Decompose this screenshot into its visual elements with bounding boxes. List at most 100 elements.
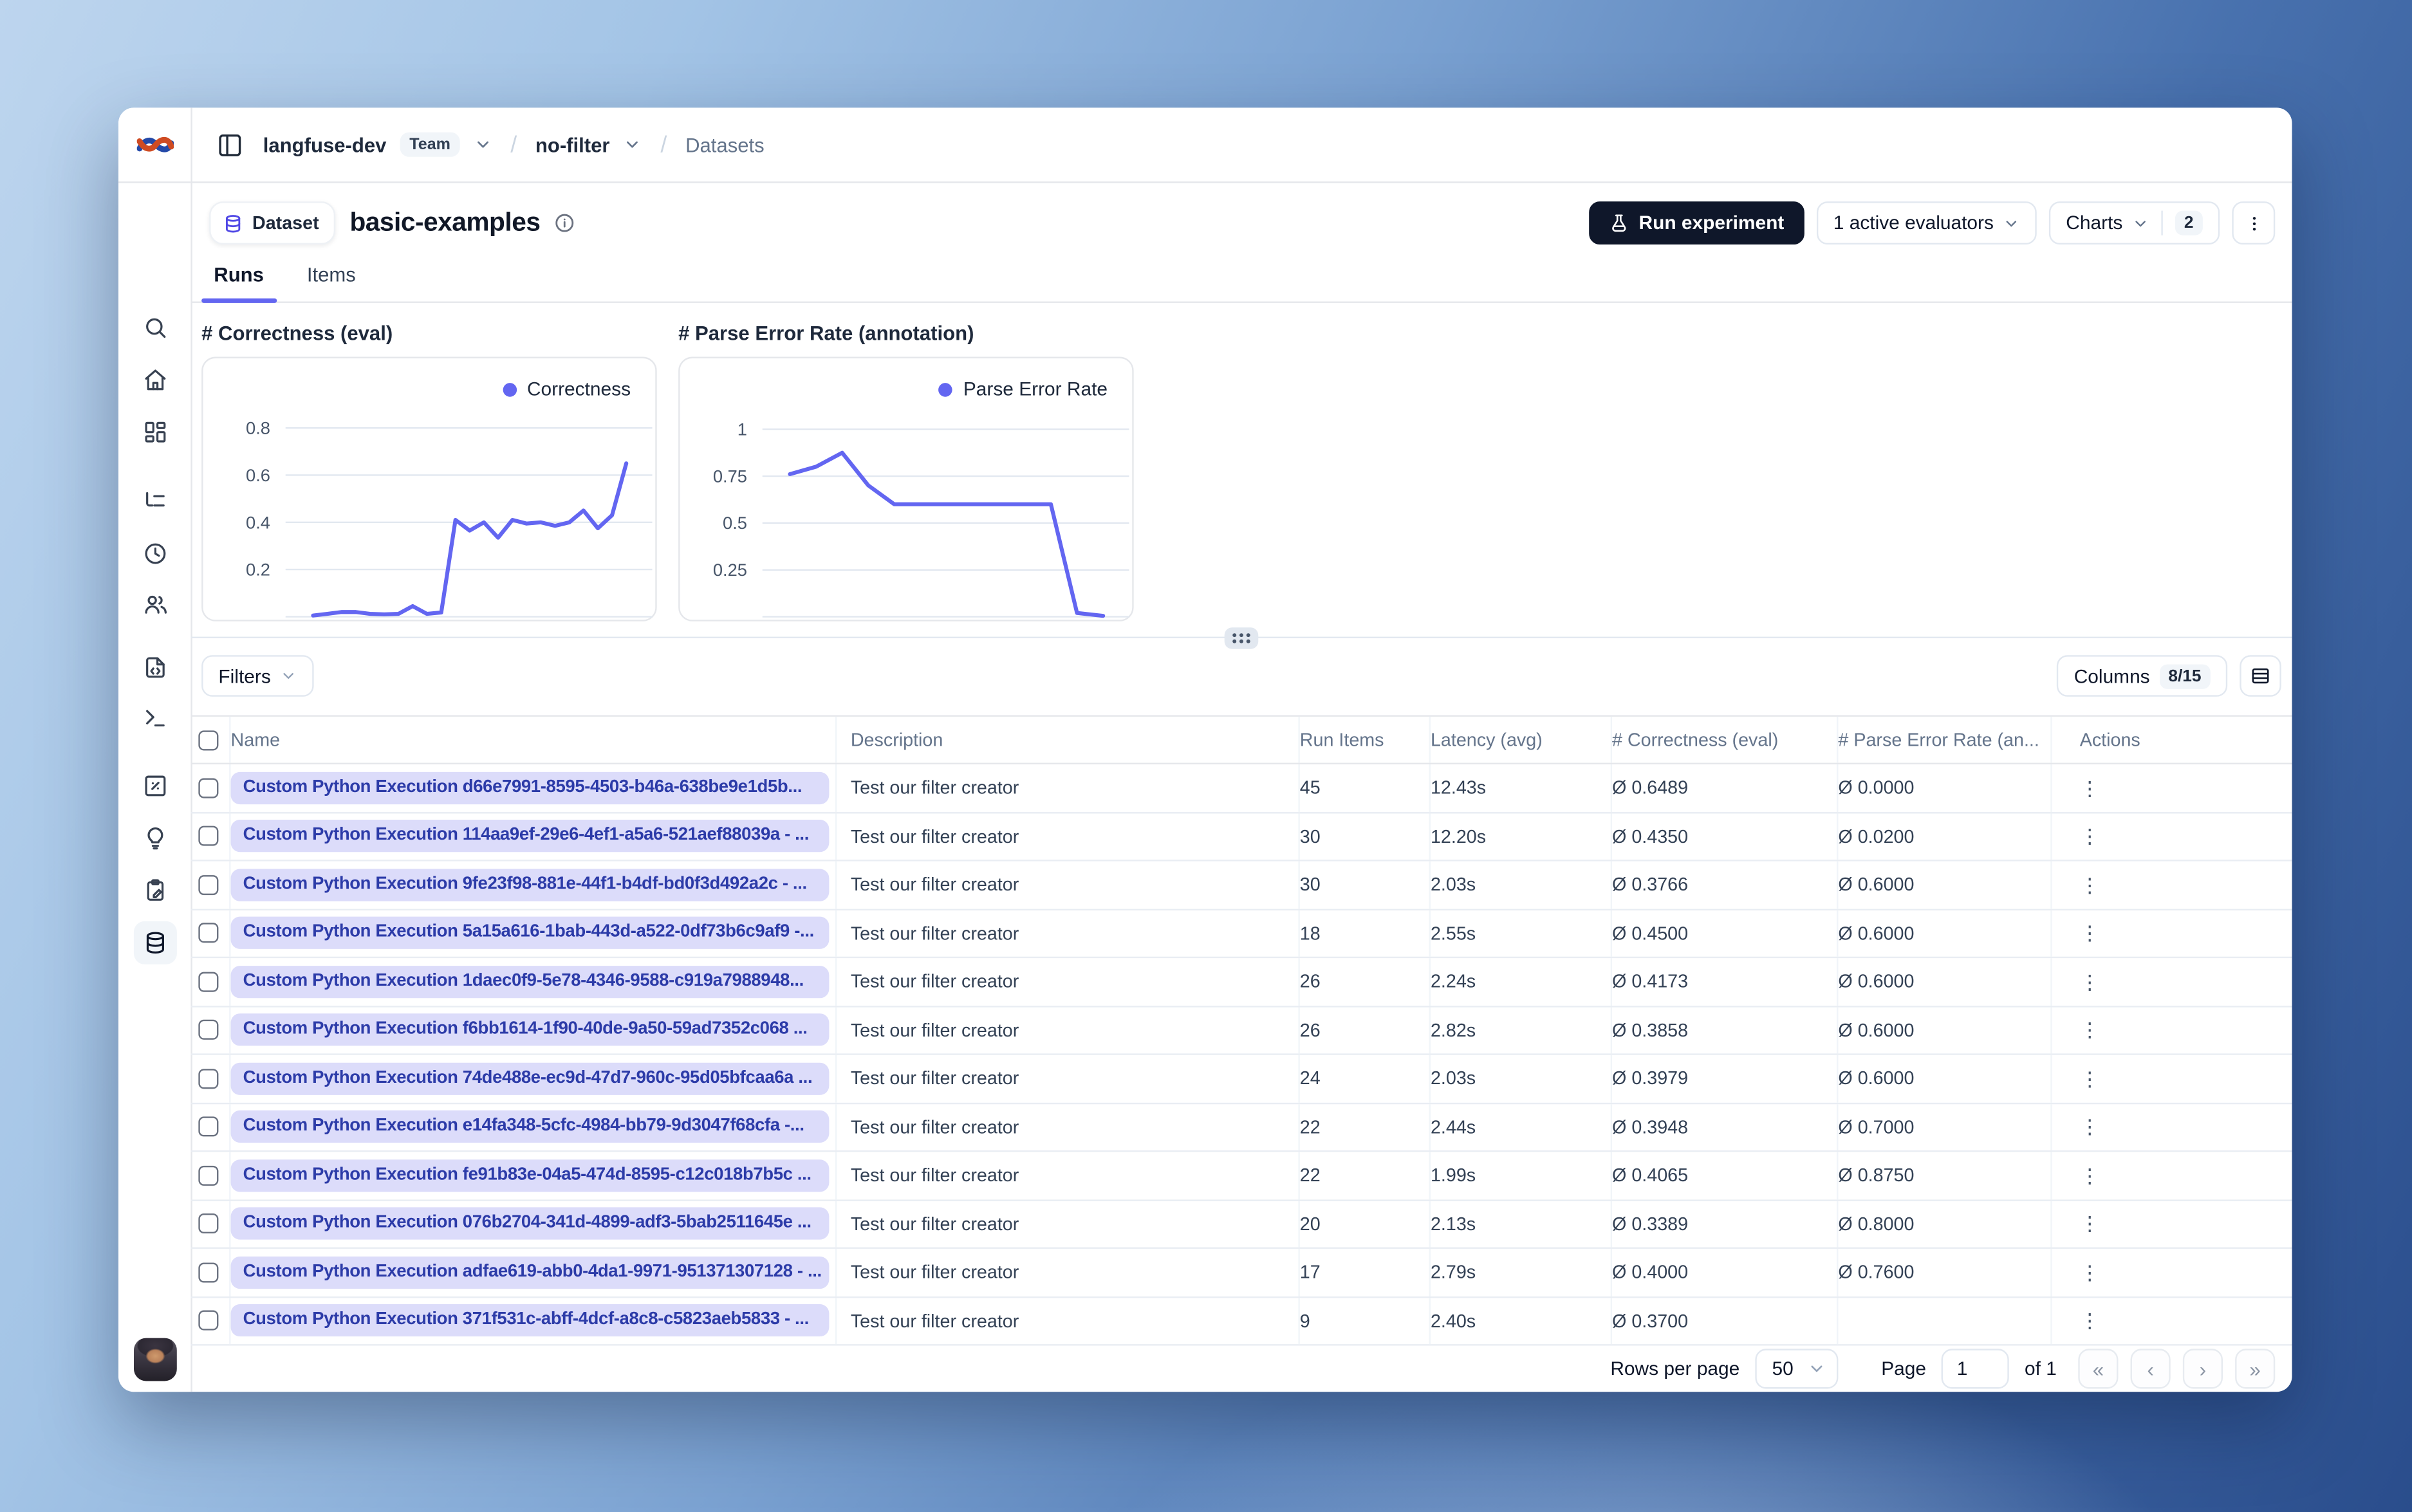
users-icon[interactable] — [133, 583, 176, 626]
correctness-value: Ø 0.6489 — [1612, 764, 1839, 811]
table-row: Custom Python Execution adfae619-abb0-4d… — [190, 1248, 2292, 1298]
sidebar-toggle-icon[interactable] — [209, 125, 249, 165]
row-actions-kebab-icon[interactable]: ⋮ — [2080, 1165, 2100, 1185]
rows-per-page-label: Rows per page — [1610, 1358, 1740, 1380]
run-name-link[interactable]: Custom Python Execution f6bb1614-1f90-40… — [230, 1013, 830, 1047]
row-actions-kebab-icon[interactable]: ⋮ — [2080, 874, 2100, 894]
prev-page-button[interactable]: ‹ — [2130, 1349, 2171, 1389]
column-header[interactable]: # Parse Error Rate (an... — [1838, 716, 2052, 763]
column-header[interactable]: Actions — [2052, 717, 2292, 763]
row-actions-kebab-icon[interactable]: ⋮ — [2080, 1214, 2100, 1234]
breadcrumb-separator: / — [510, 131, 517, 158]
tracing-icon[interactable] — [133, 480, 176, 523]
legend-dot — [502, 382, 517, 396]
column-header[interactable]: # Correctness (eval) — [1612, 716, 1839, 763]
resize-drag-handle-icon[interactable] — [1224, 627, 1259, 649]
insights-icon[interactable] — [133, 816, 176, 860]
playground-icon[interactable] — [133, 697, 176, 740]
row-actions-kebab-icon[interactable]: ⋮ — [2080, 972, 2100, 991]
row-checkbox[interactable] — [190, 1297, 231, 1345]
correctness-chart: 0.2 0.4 0.6 0.8 Correctness — [201, 356, 657, 622]
datasets-icon[interactable] — [133, 921, 176, 964]
run-description: Test our filter creator — [837, 764, 1300, 811]
table-row: Custom Python Execution 5a15a616-1bab-44… — [190, 909, 2292, 959]
run-name-link[interactable]: Custom Python Execution 9fe23f98-881e-44… — [230, 868, 830, 901]
chart-legend: Correctness — [502, 378, 631, 400]
run-name-link[interactable]: Custom Python Execution 5a15a616-1bab-44… — [230, 917, 830, 950]
row-checkbox[interactable] — [190, 1200, 231, 1248]
row-actions-kebab-icon[interactable]: ⋮ — [2080, 923, 2100, 943]
breadcrumb-org[interactable]: langfuse-dev — [263, 133, 387, 156]
select-all-checkbox[interactable] — [190, 716, 231, 763]
row-checkbox[interactable] — [190, 1006, 231, 1054]
active-evaluators-button[interactable]: 1 active evaluators — [1816, 201, 2037, 245]
parse-error-value: Ø 0.8750 — [1838, 1152, 2052, 1199]
row-actions-kebab-icon[interactable]: ⋮ — [2080, 1311, 2100, 1331]
table-header: Name Description Run Items Latency (avg) # C… — [190, 716, 2292, 764]
table-rows-icon — [2252, 668, 2269, 684]
run-name-link[interactable]: Custom Python Execution 74de488e-ec9d-47… — [230, 1062, 830, 1095]
prompts-icon[interactable] — [133, 646, 176, 689]
langfuse-logo[interactable] — [118, 107, 191, 183]
home-icon[interactable] — [133, 358, 176, 401]
row-height-button[interactable] — [2240, 655, 2281, 697]
run-name-link[interactable]: Custom Python Execution e14fa348-5cfc-49… — [230, 1111, 830, 1143]
run-name-link[interactable]: Custom Python Execution fe91b83e-04a5-47… — [230, 1159, 830, 1192]
page-number-input[interactable] — [1941, 1349, 2010, 1389]
chevron-down-icon[interactable] — [624, 135, 642, 154]
row-actions-kebab-icon[interactable]: ⋮ — [2080, 1020, 2100, 1040]
row-checkbox[interactable] — [190, 1055, 231, 1102]
row-checkbox[interactable] — [190, 1152, 231, 1199]
main-content: langfuse-dev Team / no-filter / Datasets — [190, 107, 2292, 1392]
breadcrumb-project[interactable]: no-filter — [535, 133, 610, 156]
divider — [2161, 210, 2163, 235]
first-page-button[interactable]: « — [2078, 1349, 2119, 1389]
next-page-button[interactable]: › — [2182, 1349, 2223, 1389]
row-checkbox[interactable] — [190, 1248, 231, 1296]
run-items-value: 24 — [1300, 1055, 1431, 1102]
row-checkbox[interactable] — [190, 813, 231, 860]
row-checkbox[interactable] — [190, 909, 231, 957]
run-experiment-button[interactable]: Run experiment — [1590, 201, 1804, 245]
column-header[interactable]: Latency (avg) — [1431, 716, 1613, 763]
row-checkbox[interactable] — [190, 958, 231, 1006]
run-name-link[interactable]: Custom Python Execution 371f531c-abff-4d… — [230, 1304, 830, 1337]
tab-items[interactable]: Items — [304, 263, 359, 302]
row-checkbox[interactable] — [190, 764, 231, 811]
column-header[interactable]: Run Items — [1300, 716, 1431, 763]
search-icon[interactable] — [133, 306, 176, 349]
filters-button[interactable]: Filters — [201, 655, 314, 697]
parse-error-value: Ø 0.6000 — [1838, 909, 2052, 957]
charts-button[interactable]: Charts 2 — [2048, 201, 2220, 245]
dashboard-icon[interactable] — [133, 410, 176, 454]
row-checkbox[interactable] — [190, 1103, 231, 1150]
row-actions-kebab-icon[interactable]: ⋮ — [2080, 778, 2100, 798]
sessions-icon[interactable] — [133, 532, 176, 575]
column-header[interactable]: Name — [231, 716, 837, 763]
rows-per-page-select[interactable]: 50 — [1755, 1349, 1839, 1389]
annotation-icon[interactable] — [133, 869, 176, 912]
last-page-button[interactable]: » — [2235, 1349, 2276, 1389]
support-icon[interactable] — [133, 1381, 176, 1392]
row-checkbox[interactable] — [190, 861, 231, 908]
run-name-link[interactable]: Custom Python Execution 076b2704-341d-48… — [230, 1207, 830, 1240]
row-actions-kebab-icon[interactable]: ⋮ — [2080, 1117, 2100, 1137]
breadcrumb-section[interactable]: Datasets — [685, 133, 765, 156]
info-icon[interactable] — [554, 212, 575, 234]
column-header[interactable]: Description — [837, 716, 1300, 763]
run-name-link[interactable]: Custom Python Execution adfae619-abb0-4d… — [230, 1256, 830, 1289]
row-actions-kebab-icon[interactable]: ⋮ — [2080, 1069, 2100, 1089]
row-actions-kebab-icon[interactable]: ⋮ — [2080, 1262, 2100, 1282]
run-name-link[interactable]: Custom Python Execution d66e7991-8595-45… — [230, 771, 830, 804]
tab-runs[interactable]: Runs — [201, 263, 275, 303]
row-actions-kebab-icon[interactable]: ⋮ — [2080, 826, 2100, 846]
avatar[interactable] — [133, 1338, 176, 1381]
correctness-value: Ø 0.4065 — [1612, 1152, 1839, 1199]
evaluation-icon[interactable] — [133, 764, 176, 807]
columns-button[interactable]: Columns 8/15 — [2057, 655, 2228, 697]
more-actions-kebab-button[interactable] — [2232, 201, 2276, 245]
chevron-down-icon — [2003, 214, 2019, 231]
chevron-down-icon[interactable] — [474, 135, 492, 154]
run-name-link[interactable]: Custom Python Execution 114aa9ef-29e6-4e… — [230, 820, 830, 853]
run-name-link[interactable]: Custom Python Execution 1daec0f9-5e78-43… — [230, 965, 830, 998]
